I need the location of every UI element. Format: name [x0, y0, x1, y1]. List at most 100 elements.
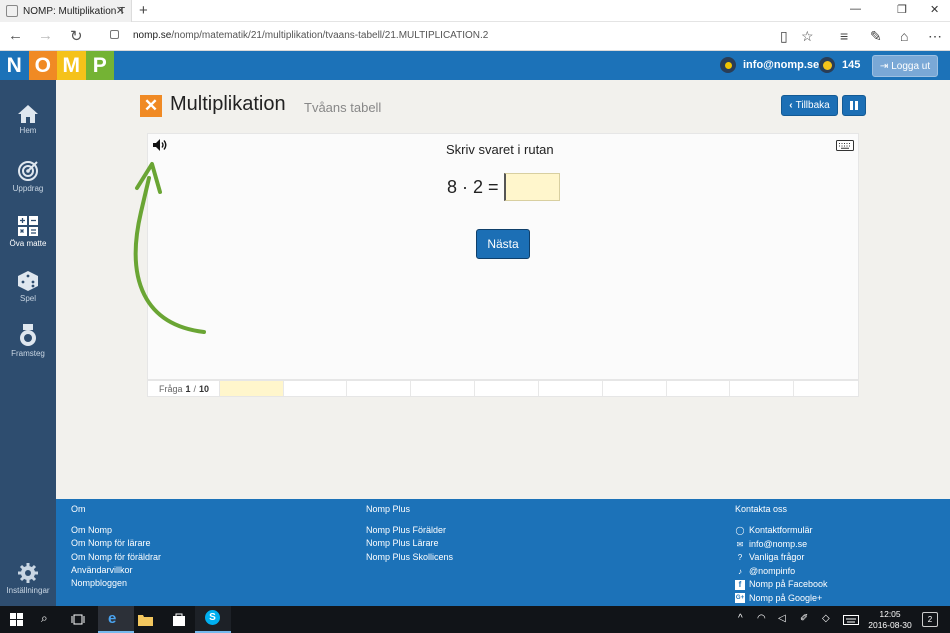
- browser-tab[interactable]: NOMP: Multiplikation T ✕: [0, 0, 132, 22]
- new-tab-icon[interactable]: +: [139, 2, 148, 19]
- coin-icon: [819, 57, 835, 73]
- home-icon: [18, 105, 38, 123]
- footer-link[interactable]: Nomp Plus Förälder: [366, 524, 453, 537]
- restore-icon[interactable]: ❐: [897, 3, 907, 16]
- edge-icon[interactable]: e: [108, 610, 116, 627]
- progress-cell: [667, 381, 731, 396]
- footer: Om Om Nomp Om Nomp för lärare Om Nomp fö…: [56, 499, 950, 606]
- answer-input[interactable]: [504, 173, 560, 201]
- hub-icon[interactable]: ≡: [840, 28, 848, 44]
- logout-button[interactable]: ⇥ Logga ut: [872, 55, 938, 77]
- clock-time: 12:05: [879, 609, 901, 619]
- coin-counter: 145: [819, 57, 860, 73]
- speech-bubble-icon: ◯: [735, 526, 745, 535]
- footer-link[interactable]: Nomp Plus Skollicens: [366, 551, 453, 564]
- share-icon[interactable]: ⌂: [900, 28, 908, 44]
- arrow-annotation: [133, 162, 206, 334]
- progress-cell: [284, 381, 348, 396]
- footer-link-email[interactable]: ✉ info@nomp.se: [735, 538, 828, 552]
- progress-cell: [794, 381, 858, 396]
- sidebar-item-home[interactable]: Hem: [0, 104, 56, 135]
- footer-link-facebook[interactable]: f Nomp på Facebook: [735, 578, 828, 592]
- more-icon[interactable]: ⋯: [928, 28, 942, 45]
- sidebar-item-missions[interactable]: Uppdrag: [0, 160, 56, 193]
- sidebar: Hem Uppdrag Öva matte Spel Framsteg: [0, 80, 56, 606]
- user-icon: [720, 57, 736, 73]
- favorite-star-icon[interactable]: ☆: [801, 28, 814, 45]
- app-header: N O M P info@nomp.se 145 ⇥ Logga ut: [0, 51, 950, 80]
- page-subtitle: Tvåans tabell: [304, 100, 382, 115]
- browser-tabbar: NOMP: Multiplikation T ✕ + — ❐ ✕: [0, 0, 950, 22]
- footer-col-contact: Kontakta oss ◯ Kontaktformulär ✉ info@nomp…: [735, 504, 828, 605]
- web-note-icon[interactable]: ✎: [870, 28, 882, 45]
- progress-cell: [347, 381, 412, 396]
- tab-title: NOMP: Multiplikation T: [23, 5, 126, 17]
- search-icon[interactable]: ⌕: [41, 611, 48, 626]
- close-window-icon[interactable]: ✕: [930, 3, 939, 16]
- page-title: Multiplikation: [170, 93, 286, 115]
- footer-link[interactable]: Nomp Plus Lärare: [366, 537, 453, 550]
- nomp-logo[interactable]: N O M P: [0, 51, 114, 80]
- keyboard-icon[interactable]: [836, 140, 854, 151]
- footer-link[interactable]: Nompbloggen: [71, 577, 161, 590]
- network-icon[interactable]: ◠: [757, 613, 766, 624]
- task-view-icon[interactable]: [71, 614, 85, 625]
- progress-cell: [539, 381, 603, 396]
- user-email: info@nomp.se: [743, 59, 820, 71]
- refresh-icon[interactable]: ↻: [70, 27, 83, 45]
- footer-heading: Kontakta oss: [735, 504, 788, 514]
- footer-link[interactable]: Om Nomp för föräldrar: [71, 551, 161, 564]
- user-account[interactable]: info@nomp.se: [720, 57, 819, 73]
- chevron-left-icon: ‹: [789, 100, 793, 111]
- file-explorer-icon[interactable]: [138, 613, 153, 626]
- skype-icon[interactable]: S: [205, 610, 220, 625]
- footer-link-twitter[interactable]: ♪ @nompinfo: [735, 565, 828, 579]
- multiplication-icon: ✕: [140, 95, 162, 117]
- address-bar: ← → ↻ nomp.se/nomp/matematik/21/multipli…: [0, 22, 950, 51]
- facebook-icon: f: [735, 579, 745, 590]
- store-icon[interactable]: [172, 612, 186, 627]
- progress-cell: [475, 381, 539, 396]
- footer-link[interactable]: Användarvillkor: [71, 564, 161, 577]
- next-button[interactable]: Nästa: [476, 229, 530, 259]
- logout-icon: ⇥: [879, 60, 889, 72]
- back-arrow-icon[interactable]: ←: [8, 27, 23, 44]
- volume-icon[interactable]: ◁: [778, 613, 786, 624]
- sidebar-item-progress[interactable]: Framsteg: [0, 323, 56, 358]
- question-instruction: Skriv svaret i rutan: [446, 142, 554, 157]
- question-progress: Fråga 1/ 10: [147, 380, 859, 397]
- sidebar-item-practice[interactable]: Öva matte: [0, 215, 56, 248]
- action-icon[interactable]: ◇: [822, 613, 830, 624]
- chevron-up-icon[interactable]: ^: [738, 613, 743, 624]
- windows-start-icon[interactable]: [10, 613, 23, 626]
- pause-button[interactable]: [842, 95, 866, 116]
- notification-icon[interactable]: 2: [922, 612, 938, 627]
- twitter-icon: ♪: [738, 566, 742, 576]
- keyboard-tray-icon[interactable]: [843, 615, 859, 625]
- progress-cell: [603, 381, 667, 396]
- footer-link-faq[interactable]: ? Vanliga frågor: [735, 551, 828, 565]
- gear-icon: [18, 563, 38, 583]
- logout-label: Logga ut: [891, 60, 931, 72]
- logo-letter: M: [57, 51, 86, 80]
- progress-label: Fråga 1/ 10: [148, 381, 220, 396]
- footer-col-about: Om Om Nomp Om Nomp för lärare Om Nomp fö…: [71, 504, 161, 590]
- reading-view-icon[interactable]: ▯: [780, 28, 788, 45]
- minimize-icon[interactable]: —: [850, 3, 861, 15]
- footer-link[interactable]: Om Nomp för lärare: [71, 537, 161, 550]
- google-plus-icon: G+: [735, 593, 745, 604]
- back-label: Tillbaka: [795, 100, 830, 111]
- back-button[interactable]: ‹ Tillbaka: [781, 95, 838, 116]
- clock[interactable]: 12:05 2016-08-30: [868, 609, 912, 631]
- close-tab-icon[interactable]: ✕: [116, 4, 125, 17]
- progress-cell: [411, 381, 476, 396]
- url-field[interactable]: nomp.se/nomp/matematik/21/multiplikation…: [133, 30, 488, 41]
- progress-cell: [730, 381, 795, 396]
- footer-link-contact-form[interactable]: ◯ Kontaktformulär: [735, 524, 828, 538]
- forward-arrow-icon[interactable]: →: [38, 27, 53, 44]
- sidebar-item-settings[interactable]: Inställningar: [0, 562, 56, 595]
- pen-icon[interactable]: ✐: [800, 613, 808, 624]
- footer-link-google-plus[interactable]: G+ Nomp på Google+: [735, 592, 828, 606]
- sidebar-item-games[interactable]: Spel: [0, 270, 56, 303]
- footer-link[interactable]: Om Nomp: [71, 524, 161, 537]
